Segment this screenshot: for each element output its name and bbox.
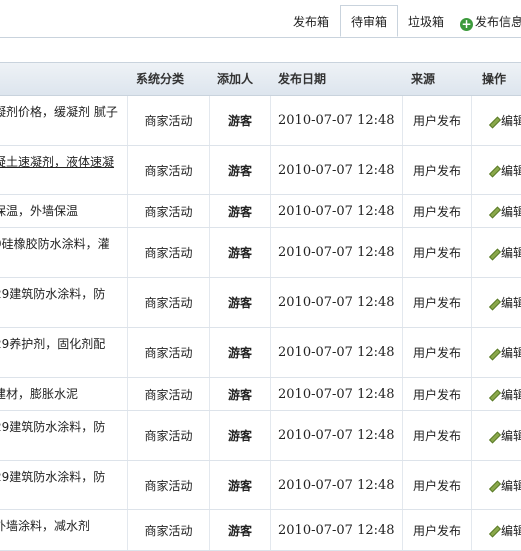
row-category: 商家活动 [144, 346, 193, 360]
publish-info-label: 发布信息 [475, 15, 521, 29]
row-source: 用户发布 [412, 296, 461, 310]
row-date: 2010-07-07 12:48 [278, 522, 395, 538]
pencil-icon [488, 116, 498, 126]
row-source: 用户发布 [412, 478, 461, 493]
row-adder: 游客 [227, 523, 252, 538]
row-title[interactable]: 9硅橡胶防水涂料，灌 [0, 228, 127, 277]
row-source: 用户发布 [412, 204, 461, 219]
pencil-icon [488, 431, 498, 441]
row-adder: 游客 [227, 246, 252, 260]
pencil-icon [488, 165, 498, 175]
toolbar-strip [0, 38, 521, 62]
pencil-icon [488, 525, 498, 535]
edit-link[interactable]: 编辑 [472, 411, 521, 460]
row-title[interactable]: 29建筑防水涂料，防 [0, 411, 127, 460]
row-date: 2010-07-07 12:48 [278, 245, 395, 260]
table-header: 系统分类 添加人 发布日期 来源 操作 [0, 62, 521, 96]
row-adder: 游客 [227, 296, 252, 310]
pencil-icon [488, 348, 498, 358]
row-category: 商家活动 [144, 523, 193, 538]
header-adder[interactable]: 添加人 [210, 63, 260, 95]
table-row: 29建筑防水涂料，防 商家活动 游客 2010-07-07 12:48 用户发布… [0, 461, 521, 510]
edit-link[interactable]: 编辑 [472, 328, 521, 377]
row-title[interactable]: 疑土速凝剂，液体速凝 [0, 146, 127, 194]
publish-info-button[interactable]: + 发布信息 [460, 8, 521, 36]
row-source: 用户发布 [412, 523, 461, 538]
edit-link[interactable]: 编辑 [472, 378, 521, 410]
row-adder: 游客 [227, 163, 252, 178]
row-category: 商家活动 [144, 163, 193, 178]
pencil-icon [488, 389, 498, 399]
row-adder: 游客 [227, 387, 252, 402]
table-row: 凝剂价格，缓凝剂 腻子 商家活动 游客 2010-07-07 12:48 用户发… [0, 96, 521, 146]
row-source: 用户发布 [412, 346, 461, 360]
edit-link[interactable]: 编辑 [472, 510, 521, 550]
row-title[interactable]: 外墙涂料，减水剂 [0, 510, 127, 550]
row-title[interactable]: 保温，外墙保温 [0, 195, 127, 227]
table-row: 29建筑防水涂料，防 商家活动 游客 2010-07-07 12:48 用户发布… [0, 411, 521, 461]
row-adder: 游客 [227, 478, 252, 493]
row-title[interactable]: 29养护剂，固化剂配 [0, 328, 127, 377]
row-category: 商家活动 [144, 204, 193, 219]
row-date: 2010-07-07 12:48 [278, 345, 395, 360]
edit-link[interactable]: 编辑 [472, 228, 521, 277]
table-row: 保温，外墙保温 商家活动 游客 2010-07-07 12:48 用户发布 编辑 [0, 195, 521, 228]
pencil-icon [488, 480, 498, 490]
table-row: 疑土速凝剂，液体速凝 商家活动 游客 2010-07-07 12:48 用户发布… [0, 146, 521, 195]
row-date: 2010-07-07 12:48 [278, 162, 395, 178]
header-category[interactable]: 系统分类 [128, 63, 192, 95]
row-date: 2010-07-07 12:48 [278, 113, 395, 128]
edit-link[interactable]: 编辑 [472, 96, 521, 145]
pencil-icon [488, 206, 498, 216]
tab-trash-box[interactable]: 垃圾箱 [398, 8, 454, 36]
tab-publish-box[interactable]: 发布箱 [283, 8, 339, 36]
table-row: 外墙涂料，减水剂 商家活动 游客 2010-07-07 12:48 用户发布 编… [0, 510, 521, 551]
row-date: 2010-07-07 12:48 [278, 295, 395, 310]
row-category: 商家活动 [144, 246, 193, 260]
row-source: 用户发布 [412, 387, 461, 402]
table-row: 29建筑防水涂料，防 商家活动 游客 2010-07-07 12:48 用户发布… [0, 278, 521, 328]
pencil-icon [488, 298, 498, 308]
row-title[interactable]: 29建筑防水涂料，防 [0, 278, 127, 327]
edit-link[interactable]: 编辑 [472, 146, 521, 194]
row-date: 2010-07-07 12:48 [278, 428, 395, 443]
edit-link[interactable]: 编辑 [472, 278, 521, 327]
row-category: 商家活动 [144, 387, 193, 402]
row-adder: 游客 [227, 346, 252, 360]
row-title[interactable]: 29建筑防水涂料，防 [0, 461, 127, 509]
row-title[interactable]: 凝剂价格，缓凝剂 腻子 [0, 96, 127, 145]
header-source[interactable]: 来源 [403, 63, 443, 95]
row-date: 2010-07-07 12:48 [278, 386, 395, 402]
row-date: 2010-07-07 12:48 [278, 477, 395, 493]
row-adder: 游客 [227, 429, 252, 443]
row-source: 用户发布 [412, 429, 461, 443]
table-row: 29养护剂，固化剂配 商家活动 游客 2010-07-07 12:48 用户发布… [0, 328, 521, 378]
row-adder: 游客 [227, 114, 252, 128]
tab-bar: 发布箱 待审箱 垃圾箱 + 发布信息 [0, 0, 521, 38]
row-category: 商家活动 [144, 114, 193, 128]
row-source: 用户发布 [412, 246, 461, 260]
tab-pending-box[interactable]: 待审箱 [340, 5, 398, 37]
table-row: 建材，膨胀水泥 商家活动 游客 2010-07-07 12:48 用户发布 编辑 [0, 378, 521, 411]
row-category: 商家活动 [144, 478, 193, 493]
row-category: 商家活动 [144, 429, 193, 443]
plus-icon: + [460, 17, 473, 31]
row-adder: 游客 [227, 204, 252, 219]
pencil-icon [488, 248, 498, 258]
header-date[interactable]: 发布日期 [271, 63, 333, 95]
edit-link[interactable]: 编辑 [472, 461, 521, 509]
row-category: 商家活动 [144, 296, 193, 310]
row-title[interactable]: 建材，膨胀水泥 [0, 378, 127, 410]
row-date: 2010-07-07 12:48 [278, 203, 395, 219]
row-source: 用户发布 [412, 114, 461, 128]
row-source: 用户发布 [412, 163, 461, 178]
header-action: 操作 [481, 72, 506, 86]
info-table: 系统分类 添加人 发布日期 来源 操作 凝剂价格，缓凝剂 腻子 商家活动 游客 … [0, 62, 521, 551]
edit-link[interactable]: 编辑 [472, 195, 521, 227]
table-row: 9硅橡胶防水涂料，灌 商家活动 游客 2010-07-07 12:48 用户发布… [0, 228, 521, 278]
